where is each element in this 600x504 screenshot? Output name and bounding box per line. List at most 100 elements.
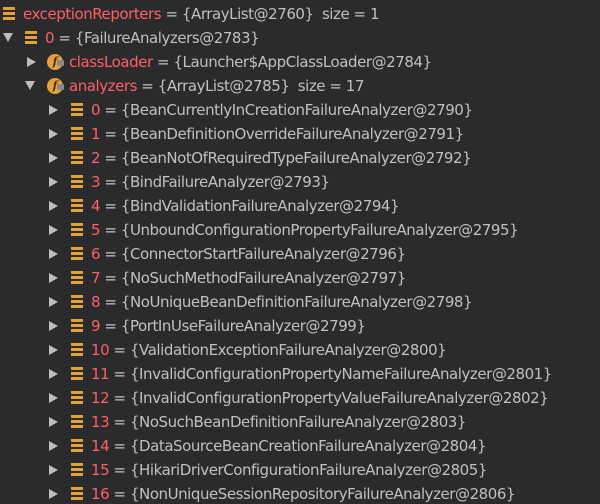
collapsed-arrow-icon[interactable] bbox=[27, 57, 36, 67]
variable-value: {HikariDriverConfigurationFailureAnalyze… bbox=[129, 461, 487, 479]
equals-sign: = bbox=[109, 413, 130, 431]
equals-sign: = bbox=[136, 77, 158, 95]
row-text: 8 = {NoUniqueBeanDefinitionFailureAnalyz… bbox=[91, 290, 473, 314]
variable-value: {FailureAnalyzers@2783} bbox=[74, 29, 260, 47]
lock-icon bbox=[57, 60, 64, 66]
collapsed-arrow-icon[interactable] bbox=[49, 345, 58, 355]
list-icon bbox=[71, 319, 83, 332]
tree-row-exception-reporters[interactable]: exceptionReporters = {ArrayList@2760} si… bbox=[0, 2, 600, 26]
tree-row-analyzer-item[interactable]: 2 = {BeanNotOfRequiredTypeFailureAnalyze… bbox=[0, 146, 600, 170]
variable-name: 2 bbox=[91, 149, 101, 167]
equals-sign: = bbox=[100, 197, 121, 215]
tree-row-analyzer-item[interactable]: 6 = {ConnectorStartFailureAnalyzer@2796} bbox=[0, 242, 600, 266]
variable-value: {PortInUseFailureAnalyzer@2799} bbox=[120, 317, 366, 335]
variable-value: {BeanDefinitionOverrideFailureAnalyzer@2… bbox=[120, 125, 464, 143]
tree-row-analyzer-item[interactable]: 11 = {InvalidConfigurationPropertyNameFa… bbox=[0, 362, 600, 386]
row-text: 7 = {NoSuchMethodFailureAnalyzer@2797} bbox=[91, 266, 406, 290]
equals-sign: = bbox=[100, 221, 121, 239]
tree-row-analyzer-item[interactable]: 14 = {DataSourceBeanCreationFailureAnaly… bbox=[0, 434, 600, 458]
collapsed-arrow-icon[interactable] bbox=[49, 273, 58, 283]
collection-size: size = 17 bbox=[297, 77, 365, 95]
row-text: 1 = {BeanDefinitionOverrideFailureAnalyz… bbox=[91, 122, 464, 146]
tree-row-analyzer-item[interactable]: 8 = {NoUniqueBeanDefinitionFailureAnalyz… bbox=[0, 290, 600, 314]
tree-row-class-loader[interactable]: f classLoader = {Launcher$AppClassLoader… bbox=[0, 50, 600, 74]
row-text: 2 = {BeanNotOfRequiredTypeFailureAnalyze… bbox=[91, 146, 472, 170]
collapsed-arrow-icon[interactable] bbox=[49, 489, 58, 499]
list-icon bbox=[71, 271, 83, 284]
collection-size: size = 1 bbox=[321, 5, 380, 23]
collapsed-arrow-icon[interactable] bbox=[49, 249, 58, 259]
collapsed-arrow-icon[interactable] bbox=[49, 129, 58, 139]
equals-sign: = bbox=[161, 5, 182, 23]
collapsed-arrow-icon[interactable] bbox=[49, 321, 58, 331]
collapsed-arrow-icon[interactable] bbox=[49, 417, 58, 427]
list-icon bbox=[71, 343, 83, 356]
row-text: 0 = {FailureAnalyzers@2783} bbox=[45, 26, 260, 50]
tree-row-analyzer-item[interactable]: 13 = {NoSuchBeanDefinitionFailureAnalyze… bbox=[0, 410, 600, 434]
row-text: 6 = {ConnectorStartFailureAnalyzer@2796} bbox=[91, 242, 406, 266]
equals-sign: = bbox=[109, 389, 130, 407]
row-text: 12 = {InvalidConfigurationPropertyValueF… bbox=[91, 386, 549, 410]
variable-value: {BindValidationFailureAnalyzer@2794} bbox=[120, 197, 400, 215]
tree-row-analyzer-item[interactable]: 7 = {NoSuchMethodFailureAnalyzer@2797} bbox=[0, 266, 600, 290]
collapsed-arrow-icon[interactable] bbox=[49, 225, 58, 235]
list-icon bbox=[71, 487, 83, 500]
equals-sign: = bbox=[100, 125, 121, 143]
variable-name: 10 bbox=[91, 341, 110, 359]
list-icon bbox=[71, 439, 83, 452]
expanded-arrow-icon[interactable] bbox=[25, 81, 35, 90]
tree-row-analyzer-item[interactable]: 16 = {NonUniqueSessionRepositoryFailureA… bbox=[0, 482, 600, 504]
row-text: 15 = {HikariDriverConfigurationFailureAn… bbox=[91, 458, 487, 482]
variable-name: 12 bbox=[91, 389, 110, 407]
tree-row-analyzer-item[interactable]: 1 = {BeanDefinitionOverrideFailureAnalyz… bbox=[0, 122, 600, 146]
tree-row-analyzer-item[interactable]: 4 = {BindValidationFailureAnalyzer@2794} bbox=[0, 194, 600, 218]
equals-sign: = bbox=[100, 245, 121, 263]
list-icon bbox=[71, 127, 83, 140]
row-text: 4 = {BindValidationFailureAnalyzer@2794} bbox=[91, 194, 400, 218]
variable-name: 7 bbox=[91, 269, 101, 287]
collapsed-arrow-icon[interactable] bbox=[49, 201, 58, 211]
collapsed-arrow-icon[interactable] bbox=[49, 105, 58, 115]
variable-name: 6 bbox=[91, 245, 101, 263]
collapsed-arrow-icon[interactable] bbox=[49, 297, 58, 307]
collapsed-arrow-icon[interactable] bbox=[49, 369, 58, 379]
equals-sign: = bbox=[100, 317, 121, 335]
collapsed-arrow-icon[interactable] bbox=[49, 393, 58, 403]
variable-value: {BindFailureAnalyzer@2793} bbox=[120, 173, 330, 191]
variable-value: {NoUniqueBeanDefinitionFailureAnalyzer@2… bbox=[120, 293, 473, 311]
list-icon bbox=[71, 103, 83, 116]
tree-row-analyzer-item[interactable]: 10 = {ValidationExceptionFailureAnalyzer… bbox=[0, 338, 600, 362]
tree-row-analyzer-item[interactable]: 9 = {PortInUseFailureAnalyzer@2799} bbox=[0, 314, 600, 338]
variable-value: {InvalidConfigurationPropertyNameFailure… bbox=[129, 365, 552, 383]
variable-name: 4 bbox=[91, 197, 101, 215]
variable-name: 0 bbox=[45, 29, 55, 47]
variable-name: 14 bbox=[91, 437, 110, 455]
variable-value: {InvalidConfigurationPropertyValueFailur… bbox=[129, 389, 549, 407]
collapsed-arrow-icon[interactable] bbox=[49, 153, 58, 163]
tree-row-analyzer-item[interactable]: 3 = {BindFailureAnalyzer@2793} bbox=[0, 170, 600, 194]
variable-value: {NoSuchMethodFailureAnalyzer@2797} bbox=[120, 269, 406, 287]
variable-name: 15 bbox=[91, 461, 110, 479]
row-text: 16 = {NonUniqueSessionRepositoryFailureA… bbox=[91, 482, 515, 504]
tree-row-analyzer-item[interactable]: 15 = {HikariDriverConfigurationFailureAn… bbox=[0, 458, 600, 482]
tree-row-analyzer-item[interactable]: 0 = {BeanCurrentlyInCreationFailureAnaly… bbox=[0, 98, 600, 122]
collapsed-arrow-icon[interactable] bbox=[49, 177, 58, 187]
tree-row-analyzer-item[interactable]: 12 = {InvalidConfigurationPropertyValueF… bbox=[0, 386, 600, 410]
variable-name: 11 bbox=[91, 365, 110, 383]
equals-sign: = bbox=[109, 485, 130, 503]
variable-value: {UnboundConfigurationPropertyFailureAnal… bbox=[120, 221, 519, 239]
list-icon bbox=[71, 223, 83, 236]
tree-row-analyzers[interactable]: f analyzers = {ArrayList@2785} size = 17 bbox=[0, 74, 600, 98]
list-icon bbox=[71, 391, 83, 404]
equals-sign: = bbox=[109, 365, 130, 383]
tree-row-analyzer-item[interactable]: 5 = {UnboundConfigurationPropertyFailure… bbox=[0, 218, 600, 242]
list-icon bbox=[71, 151, 83, 164]
expanded-arrow-icon[interactable] bbox=[3, 33, 13, 42]
collapsed-arrow-icon[interactable] bbox=[49, 441, 58, 451]
lock-icon bbox=[57, 84, 64, 90]
equals-sign: = bbox=[100, 293, 121, 311]
row-text: exceptionReporters = {ArrayList@2760} si… bbox=[23, 2, 380, 26]
collapsed-arrow-icon[interactable] bbox=[49, 465, 58, 475]
tree-row-item-0[interactable]: 0 = {FailureAnalyzers@2783} bbox=[0, 26, 600, 50]
row-text: analyzers = {ArrayList@2785} size = 17 bbox=[69, 74, 364, 98]
